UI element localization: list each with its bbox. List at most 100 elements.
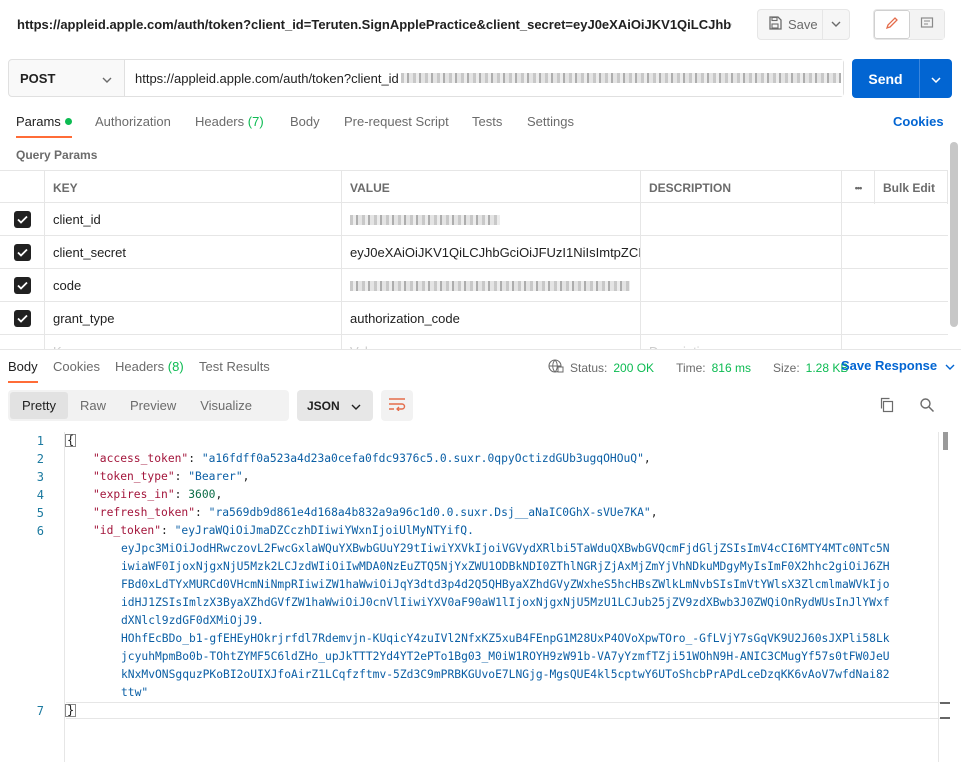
save-button[interactable]: Save (758, 10, 823, 39)
tab-settings[interactable]: Settings (527, 114, 574, 129)
wrap-lines-icon (388, 397, 406, 414)
code-line-token-type: "token_type": "Bearer", (93, 470, 250, 483)
send-button[interactable]: Send (852, 59, 920, 98)
cookies-link[interactable]: Cookies (893, 114, 944, 129)
checkbox-column-header (0, 171, 45, 204)
code-line-wrapped: ttw" (121, 686, 149, 699)
row-checkbox-cell (0, 302, 45, 335)
method-select[interactable]: POST (9, 60, 125, 96)
code-line-access-token: "access_token": "a16fdff0a523a4d23a0cefa… (93, 452, 651, 465)
line-number: 5 (36, 506, 44, 520)
new-value-input[interactable]: Value (342, 335, 641, 349)
wrap-lines-button[interactable] (381, 390, 413, 421)
view-raw-button[interactable]: Raw (68, 392, 118, 419)
param-description[interactable] (641, 269, 842, 302)
response-meta: Status: 200 OK Time: 816 ms Size: 1.28 K… (548, 358, 848, 377)
title-bar: https://appleid.apple.com/auth/token?cli… (0, 0, 961, 50)
redacted-text (400, 73, 841, 83)
code-line-id-token: "id_token": "eyJraWQiOiJmaDZCczhDIiwiYWx… (93, 524, 474, 537)
chevron-down-icon (351, 399, 361, 413)
tab-response-cookies[interactable]: Cookies (53, 359, 100, 374)
param-description[interactable] (641, 302, 842, 335)
url-text: https://appleid.apple.com/auth/token?cli… (135, 70, 399, 86)
enabled-checkbox[interactable] (13, 277, 31, 294)
headers-count-badge: (7) (247, 114, 264, 129)
view-preview-button[interactable]: Preview (118, 392, 188, 419)
row-checkbox-cell (0, 236, 45, 269)
json-string: "eyJraWQiOiJmaDZCczhDIiwiYWxnIjoiUlMyNTY… (174, 524, 474, 537)
save-group: Save (757, 9, 850, 40)
line-number: 3 (36, 470, 44, 484)
json-string: "Bearer" (188, 470, 243, 483)
redacted-text (350, 214, 500, 225)
save-response-button[interactable]: Save Response (841, 358, 955, 373)
send-group: Send (852, 59, 952, 98)
code-line-wrapped: kNxMvONSgquzPKoBI2oUIXJfoAirZ1LCqfzftmv-… (121, 668, 890, 681)
enabled-checkbox[interactable] (13, 244, 31, 261)
tab-body[interactable]: Body (290, 114, 320, 129)
param-description[interactable] (641, 236, 842, 269)
view-pretty-button[interactable]: Pretty (10, 392, 68, 419)
time-value[interactable]: 816 ms (712, 361, 751, 375)
params-scrollbar[interactable] (950, 142, 958, 327)
tab-prerequest-script[interactable]: Pre-request Script (344, 114, 449, 129)
chevron-down-icon (945, 358, 955, 373)
code-line-wrapped: FBd0xLdTYxMURCd0VHcmNiNmpRIiwiZW1haWwiOi… (121, 578, 890, 591)
url-input[interactable]: https://appleid.apple.com/auth/token?cli… (125, 60, 843, 96)
code-line-wrapped: eyJpc3MiOiJodHRwczovL2FwcGxlaWQuYXBwbGUu… (121, 542, 890, 555)
enabled-checkbox[interactable] (13, 211, 31, 228)
value-column-header: VALUE (342, 171, 641, 204)
tab-params-label: Params (16, 114, 61, 129)
globe-icon[interactable] (548, 358, 564, 377)
tab-test-results[interactable]: Test Results (199, 359, 270, 374)
param-value[interactable]: eyJ0eXAiOiJKV1QiLCJhbGciOiJFUzI1NiIsImtp… (342, 236, 641, 269)
tab-headers[interactable]: Headers (7) (195, 114, 264, 129)
tab-params[interactable]: Params (16, 114, 72, 138)
line-number: 7 (36, 704, 44, 718)
param-value[interactable] (342, 269, 641, 302)
param-value[interactable]: authorization_code (342, 302, 641, 335)
code-line-refresh-token: "refresh_token": "ra569db9d861e4d168a4b8… (93, 506, 658, 519)
method-label: POST (20, 70, 56, 86)
size-label: Size: (772, 360, 800, 375)
comment-icon (920, 16, 934, 33)
documentation-button[interactable] (910, 10, 944, 39)
param-key[interactable]: grant_type (45, 302, 342, 335)
code-line-wrapped: idHJ1ZSIsImlzX3ByaXZhdGVfZW1haWwiOiJ0cnV… (121, 596, 890, 609)
more-options-button[interactable]: ••• (842, 171, 875, 204)
response-view-modes: Pretty Raw Preview Visualize (8, 390, 289, 421)
new-param-row: Key Value Description (0, 335, 948, 349)
tab-headers-label: Headers (195, 114, 245, 129)
new-description-input[interactable]: Description (641, 335, 842, 349)
send-options-button[interactable] (920, 59, 952, 98)
param-key[interactable]: code (45, 269, 342, 302)
param-value[interactable] (342, 203, 641, 236)
tab-tests[interactable]: Tests (472, 114, 502, 129)
param-description[interactable] (641, 203, 842, 236)
save-options-button[interactable] (823, 10, 849, 39)
tab-response-body[interactable]: Body (8, 359, 38, 383)
format-select[interactable]: JSON (297, 390, 373, 421)
table-row: client_id (0, 203, 948, 236)
bulk-edit-button[interactable]: Bulk Edit (875, 171, 948, 204)
response-divider[interactable] (0, 349, 961, 350)
table-header-row: KEY VALUE DESCRIPTION ••• Bulk Edit (0, 170, 948, 204)
tab-response-headers[interactable]: Headers (8) (115, 359, 184, 374)
edit-mode-button[interactable] (874, 10, 910, 39)
new-key-input[interactable]: Key (45, 335, 342, 349)
tab-authorization[interactable]: Authorization (95, 114, 171, 129)
tab-response-headers-label: Headers (115, 359, 165, 374)
table-row: code (0, 269, 948, 302)
view-visualize-button[interactable]: Visualize (188, 392, 264, 419)
enabled-checkbox[interactable] (13, 310, 31, 327)
status-value[interactable]: 200 OK (613, 361, 654, 375)
copy-icon[interactable] (879, 397, 895, 416)
query-params-title: Query Params (16, 148, 98, 162)
param-key[interactable]: client_id (45, 203, 342, 236)
json-string: "ra569db9d861e4d168a4b832a9a96c1d0.0.sux… (208, 506, 651, 519)
response-body-editor[interactable]: 1 2 3 4 5 6 7 { "access_token": "a16fdff… (0, 432, 940, 762)
param-key[interactable]: client_secret (45, 236, 342, 269)
request-title[interactable]: https://appleid.apple.com/auth/token?cli… (17, 17, 732, 32)
search-icon[interactable] (919, 397, 935, 416)
editor-scrollbar-thumb[interactable] (943, 432, 948, 450)
